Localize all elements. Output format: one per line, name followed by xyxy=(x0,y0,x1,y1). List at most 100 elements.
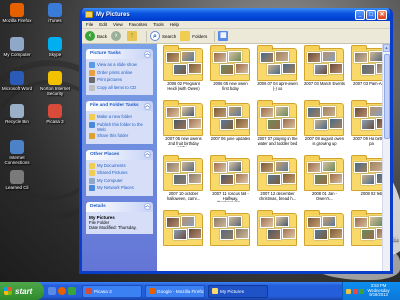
vertical-scrollbar[interactable]: ▲ xyxy=(382,44,390,271)
close-button[interactable]: ✕ xyxy=(377,9,387,20)
task-link[interactable]: My Computer xyxy=(89,177,150,184)
desktop-icon[interactable]: Learned Cli xyxy=(0,170,34,190)
photo-thumbnail xyxy=(354,52,368,63)
scroll-up-arrow-icon[interactable]: ▲ xyxy=(383,44,390,52)
back-button[interactable]: ‹ Back xyxy=(85,31,107,41)
other-places-header[interactable]: Other Places ︿ xyxy=(86,149,153,160)
folder-name: 2007 08 august owen is growing up xyxy=(304,137,345,146)
taskbar-button[interactable]: Google - Mozilla Firefox xyxy=(145,284,205,298)
up-button[interactable]: ↑ xyxy=(127,31,139,41)
desktop-icon[interactable]: iTunes xyxy=(38,3,72,23)
task-link[interactable]: Copy all items to CD xyxy=(89,84,150,91)
picture-tasks-header[interactable]: Picture Tasks ︿ xyxy=(86,49,153,59)
firefox-icon[interactable] xyxy=(58,287,66,295)
menu-item-edit[interactable]: Edit xyxy=(99,22,107,27)
search-button[interactable]: ⌕ Search xyxy=(150,31,176,41)
folder-item[interactable]: 2007 06 june updates xyxy=(210,100,251,152)
photo-thumbnail xyxy=(329,118,343,129)
views-button[interactable]: ▦ xyxy=(218,31,230,41)
file-folder-tasks-header[interactable]: File and Folder Tasks ︿ xyxy=(86,101,153,111)
photo-thumbnail xyxy=(322,161,336,172)
task-link[interactable]: Publish this folder to the Web xyxy=(89,121,150,132)
scrollbar-thumb[interactable] xyxy=(384,54,390,139)
task-link[interactable]: View as a slide show xyxy=(89,62,150,68)
clock[interactable]: 3:53 PM Wednesday 9/18/2013 xyxy=(368,283,390,298)
folder-grid: 2006 02 Pregnant Heidi (with Owen) 2006 0… xyxy=(163,45,390,262)
minimize-button[interactable]: _ xyxy=(355,9,365,20)
folder-item[interactable]: 2008 01 Jan - Owen's... xyxy=(304,155,345,207)
task-link[interactable]: Make a new folder xyxy=(89,114,150,120)
photo-thumbnail xyxy=(282,228,296,239)
photo-thumbnail xyxy=(220,174,234,185)
task-link[interactable]: My Documents xyxy=(89,162,150,169)
folder-item[interactable] xyxy=(163,210,204,262)
desktop-icon[interactable]: Picasa 3 xyxy=(38,104,72,124)
tray-icon[interactable] xyxy=(359,288,364,294)
task-link[interactable]: My Network Places xyxy=(89,185,150,191)
photo-thumbnail xyxy=(354,107,368,118)
title-bar[interactable]: My Pictures _ □ ✕ xyxy=(82,8,390,21)
app-icon xyxy=(10,71,24,85)
toolbar-separator xyxy=(214,30,216,42)
folder-item[interactable]: 2007 08 august owen is growing up xyxy=(304,100,345,152)
folder-name: 2007 05 new owens 2nd fruit birthday par… xyxy=(165,137,202,147)
menu-item-file[interactable]: File xyxy=(86,22,93,27)
folder-item[interactable] xyxy=(210,210,251,262)
folder-item[interactable] xyxy=(257,210,298,262)
folder-item[interactable]: 2007 03 March Events xyxy=(304,45,345,97)
taskbar-button[interactable]: Picasa 3 xyxy=(82,284,142,298)
task-link[interactable]: Print pictures xyxy=(89,77,150,83)
photo-thumbnail xyxy=(369,51,383,62)
start-button[interactable]: start xyxy=(0,282,44,300)
folder-item[interactable]: 2007 11 roscus fall - Halfway, thanksgiv… xyxy=(210,155,251,207)
folders-button[interactable]: Folders xyxy=(180,31,207,41)
search-label: Search xyxy=(162,33,177,39)
photo-thumbnail xyxy=(267,229,281,240)
show-desktop-icon[interactable] xyxy=(48,287,56,295)
menu-item-help[interactable]: Help xyxy=(170,22,179,27)
collapse-chevron-icon[interactable]: ︿ xyxy=(144,102,151,110)
desktop-icon[interactable]: Internet Connections xyxy=(0,140,34,165)
folder-name xyxy=(304,247,345,257)
folder-item[interactable]: 2006 02 Pregnant Heidi (with Owen) xyxy=(163,45,204,97)
maximize-button[interactable]: □ xyxy=(366,9,376,20)
forward-button[interactable]: › xyxy=(111,31,123,41)
photo-thumbnail xyxy=(361,174,375,185)
task-link[interactable]: Order prints online xyxy=(89,69,150,76)
desktop-icon[interactable]: Recycle Bin xyxy=(0,104,34,124)
task-link[interactable]: Shared Pictures xyxy=(89,170,150,176)
desktop-icon[interactable]: Mozilla Firefox xyxy=(0,3,34,23)
menu-item-favorites[interactable]: Favorites xyxy=(129,22,148,27)
folder-item[interactable]: 2007 10 october halloween, carni... xyxy=(163,155,204,207)
photo-thumbnail xyxy=(173,174,187,185)
folder-item[interactable]: 2007 07 playing in the water and toddler… xyxy=(257,100,298,152)
desktop-icon[interactable]: Microsoft Word xyxy=(0,71,34,91)
folder-item[interactable]: 2006 05 new owen first bday xyxy=(210,45,251,97)
folder-name: 2006 07 04 april-owen (-) xo xyxy=(257,82,298,91)
task-link[interactable]: Share this folder xyxy=(89,133,150,139)
collapse-chevron-icon[interactable]: ︿ xyxy=(144,50,151,58)
taskbar-button[interactable]: My Pictures xyxy=(208,284,268,298)
folder-name: 2006 05 new owen first bday xyxy=(213,82,248,91)
collapse-chevron-icon[interactable]: ︿ xyxy=(144,151,151,158)
folder-item[interactable]: 2007 05 new owens 2nd fruit birthday par… xyxy=(163,100,204,152)
collapse-chevron-icon[interactable]: ︿ xyxy=(144,203,151,210)
menu-item-tools[interactable]: Tools xyxy=(153,22,164,27)
desktop-icon[interactable]: Skype xyxy=(38,37,72,57)
menu-item-view[interactable]: View xyxy=(113,22,123,27)
desktop-icon[interactable]: My Computer xyxy=(0,37,34,57)
folder-item[interactable]: 2007 12 december christmas, bread h... xyxy=(257,155,298,207)
folder-item[interactable]: 2006 07 04 april-owen (-) xo xyxy=(257,45,298,97)
media-icon[interactable] xyxy=(68,287,76,295)
tray-icon[interactable] xyxy=(352,288,358,294)
tray-icon[interactable] xyxy=(346,288,351,294)
folder-item[interactable] xyxy=(304,210,345,262)
app-icon xyxy=(48,71,62,85)
desktop-icon-label: Picasa 3 xyxy=(46,119,64,124)
desktop-icon[interactable]: Norton Internet Security xyxy=(38,71,72,96)
explorer-window: My Pictures _ □ ✕ File Edit View Favorites T… xyxy=(79,8,393,274)
toolbar-separator xyxy=(146,30,148,42)
photo-thumbnail xyxy=(181,106,195,117)
photo-thumbnail xyxy=(260,107,274,118)
details-header[interactable]: Details ︿ xyxy=(86,201,153,212)
